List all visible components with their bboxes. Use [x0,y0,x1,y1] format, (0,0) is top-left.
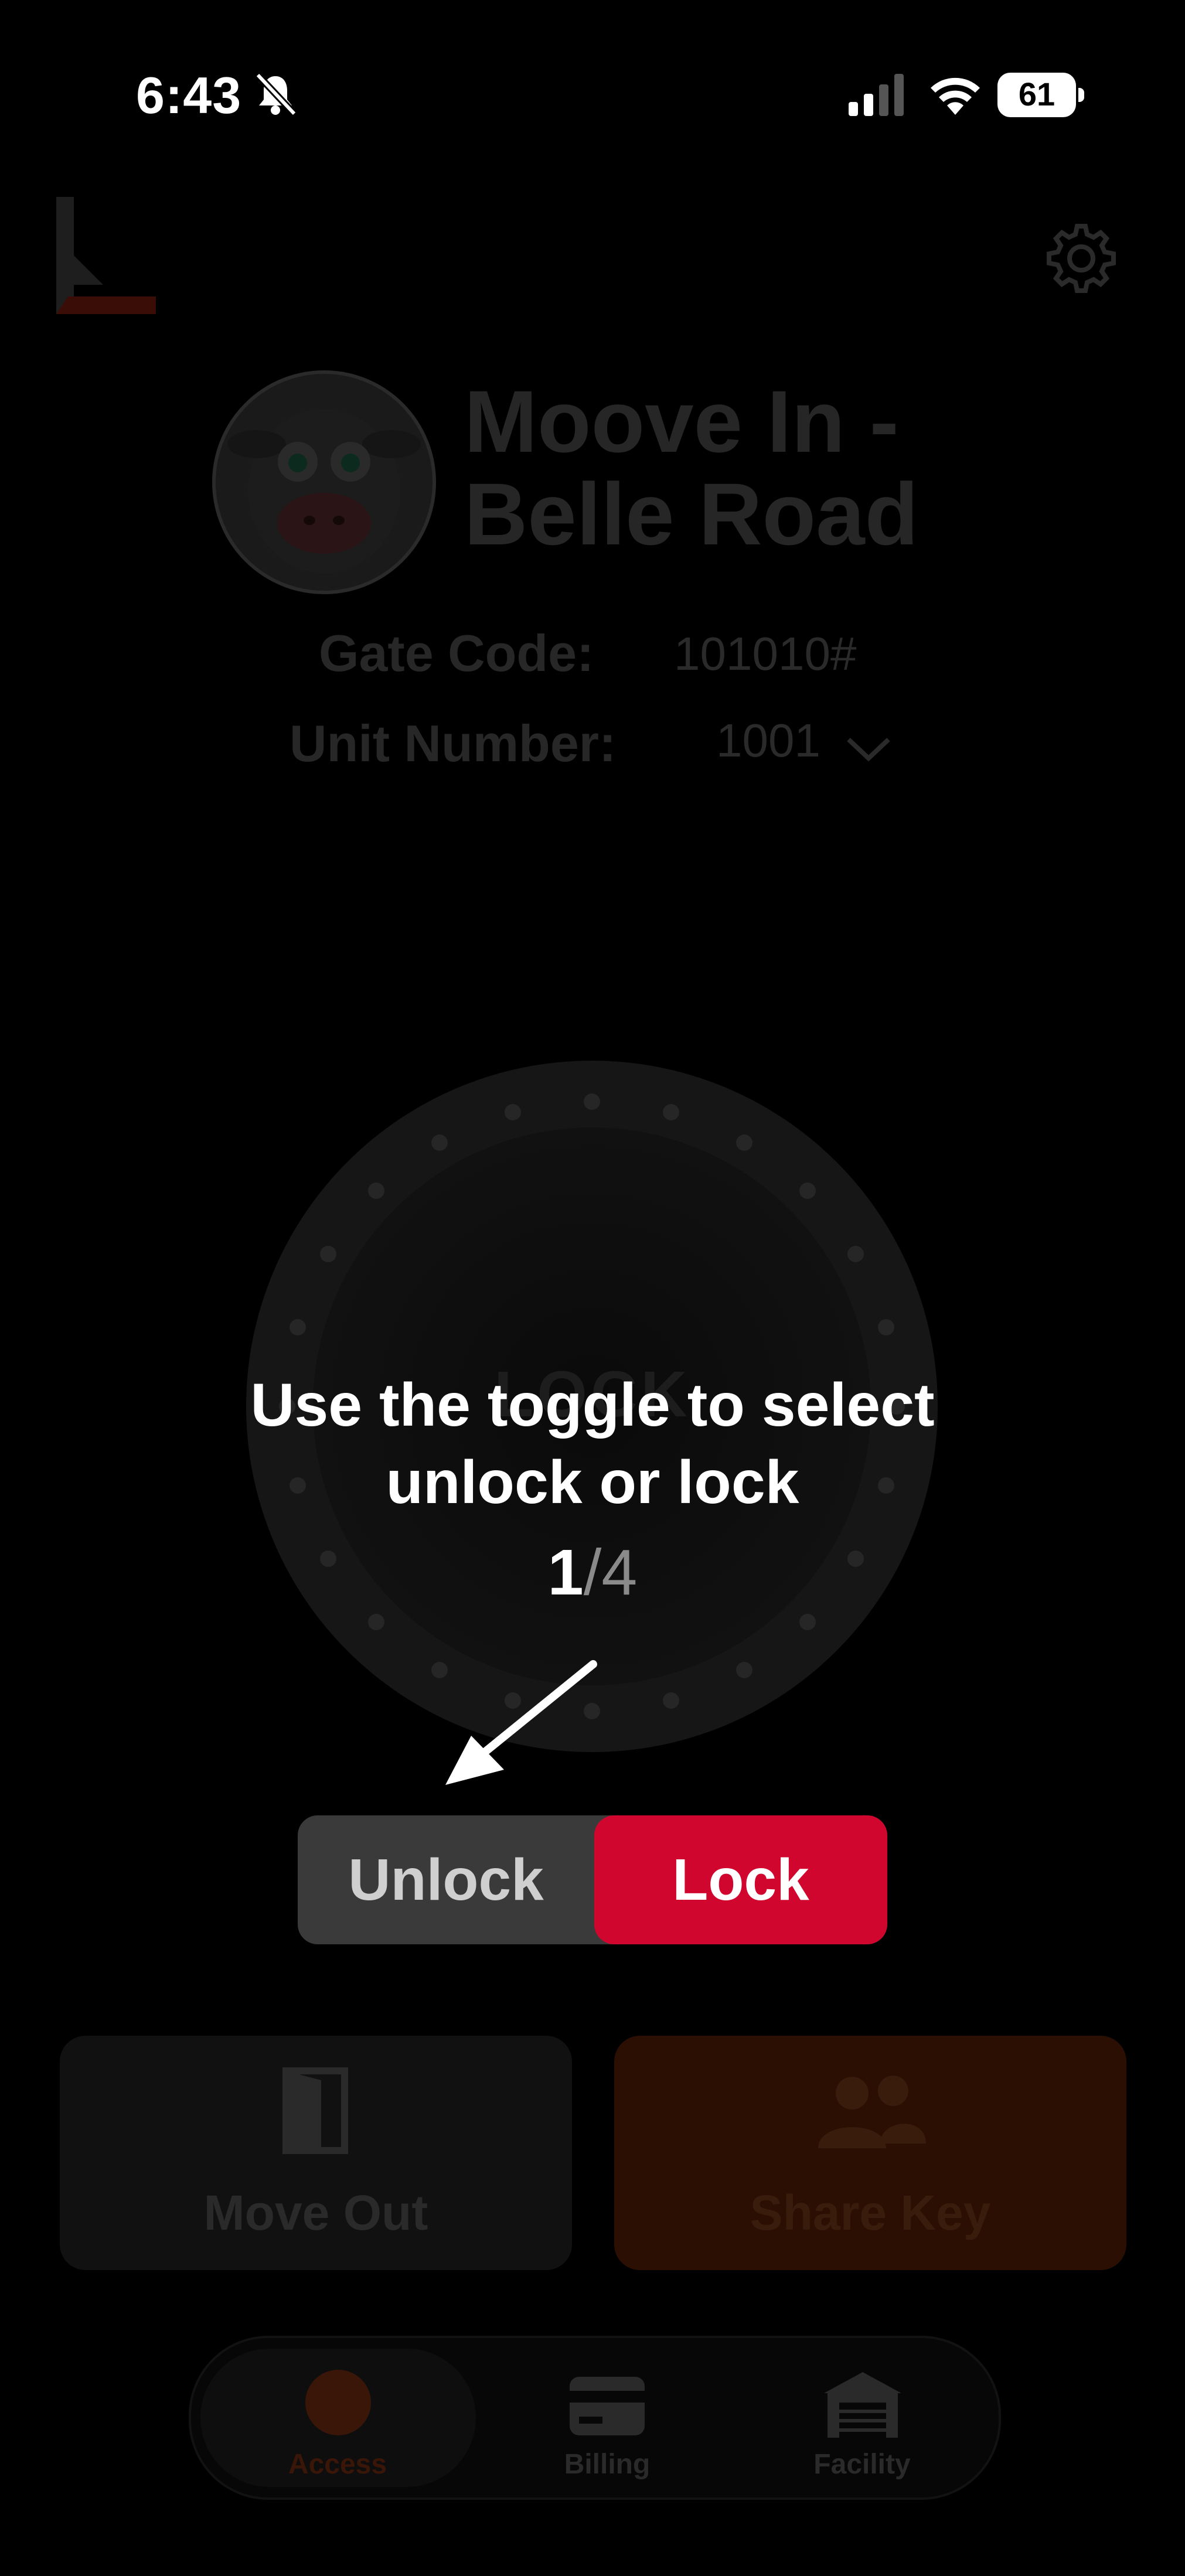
dial-dot [319,1246,336,1262]
unit-number-value[interactable]: 1001 [716,714,820,768]
tab-billing-label: Billing [564,2449,651,2480]
door-icon [282,2067,348,2154]
tab-facility-label: Facility [813,2449,911,2480]
tooltip-line-2: unlock or lock [386,1449,799,1517]
tooltip-line-1: Use the toggle to select [250,1371,935,1439]
dial-dot [584,1093,600,1110]
facility-avatar [212,370,436,594]
unit-number-label: Unit Number: [290,714,617,772]
facility-icon [824,2372,901,2438]
status-time: 6:43 [136,66,242,124]
wifi-icon [931,77,980,115]
app-logo [56,197,156,314]
facility-name-line1: Moove In - [464,372,899,471]
silent-bell-icon [255,72,297,117]
people-icon [818,2076,926,2148]
battery-level: 61 [1018,76,1055,113]
battery-tip [1078,88,1084,102]
move-out-label: Move Out [203,2185,428,2240]
move-out-button[interactable]: Move Out [60,2036,572,2270]
lock-toggle-option[interactable]: Lock [594,1815,887,1944]
dial-dot [662,1692,679,1709]
tooltip-arrow-icon [445,1660,597,1785]
tooltip-step-total: /4 [583,1536,638,1609]
chevron-down-icon[interactable] [845,731,892,766]
tab-access-label: Access [288,2449,387,2480]
dial-dot [319,1551,336,1567]
billing-icon [570,2377,645,2435]
dial-dot [368,1613,385,1630]
gate-code-value: 101010# [674,628,857,680]
dial-dot [505,1103,522,1120]
dial-dot [736,1134,752,1151]
unlock-toggle-option[interactable]: Unlock [298,1815,594,1944]
tab-access[interactable]: Access [191,2338,484,2497]
tooltip-step-current: 1 [547,1536,584,1609]
cellular-signal-icon [849,74,904,116]
share-key-button[interactable]: Share Key [614,2036,1126,2270]
tab-facility[interactable]: Facility [730,2338,994,2497]
dial-dot [662,1103,679,1120]
lock-unlock-toggle[interactable]: Unlock Lock [298,1815,887,1944]
facility-name: Moove In - Belle Road [464,375,1109,560]
facility-name-line2: Belle Road [464,465,919,563]
share-key-label: Share Key [750,2185,991,2240]
dial-dot [799,1613,816,1630]
settings-gear-icon[interactable] [1043,220,1119,297]
dial-dot [799,1183,816,1200]
gate-code-label: Gate Code: [319,624,594,682]
dial-dot [431,1134,448,1151]
access-icon [305,2370,371,2435]
battery-indicator: 61 [997,73,1084,117]
tab-billing[interactable]: Billing [484,2338,730,2497]
bottom-tab-bar: Access Billing Facility [189,2336,1001,2500]
cow-mascot-icon [227,409,421,573]
app-screen: 6:43 61 Moove In - Belle Road Gate Code:… [0,0,1185,2576]
tooltip-step-counter: 1/4 [475,1535,710,1610]
dial-dot [289,1319,306,1336]
